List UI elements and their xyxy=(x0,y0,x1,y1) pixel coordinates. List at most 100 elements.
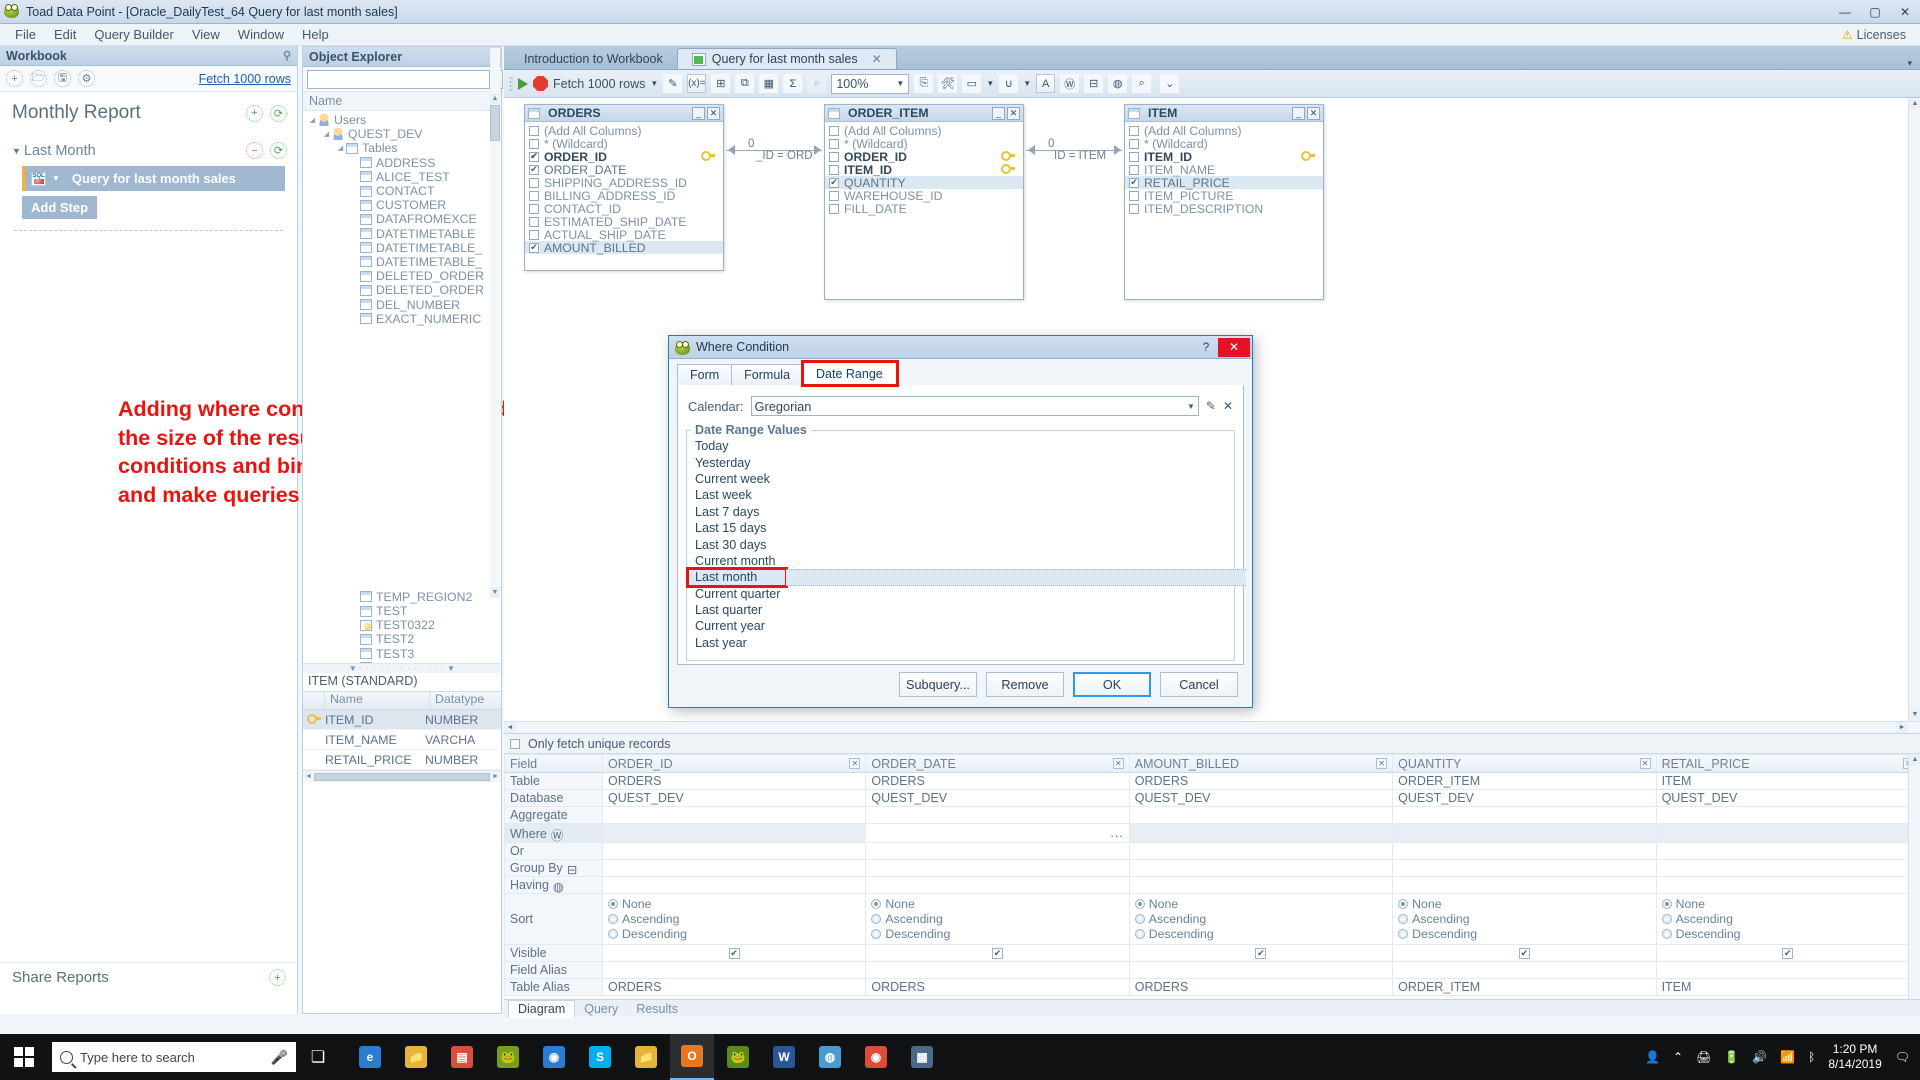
task-view-button[interactable]: ❏ xyxy=(296,1034,340,1080)
dialog-close-button[interactable]: ✕ xyxy=(1218,337,1250,357)
column-checkbox[interactable] xyxy=(529,177,539,188)
fetch-rows-link[interactable]: Fetch 1000 rows xyxy=(199,72,291,86)
diagram-table-order-item[interactable]: ORDER_ITEM _ ✕ (Add All Columns) * (Wildcard… xyxy=(824,104,1024,300)
sort-option[interactable]: Ascending xyxy=(1661,912,1914,926)
detail-row[interactable]: RETAIL_PRICE NUMBER xyxy=(303,750,501,770)
share-reports-section[interactable]: Share Reports + xyxy=(0,962,298,992)
tree-node[interactable]: TEST2 xyxy=(303,632,501,646)
grid-cell-or[interactable] xyxy=(1655,842,1920,860)
maximize-button[interactable]: ▢ xyxy=(1860,1,1890,23)
calendar-combobox[interactable]: Gregorian ▼ xyxy=(750,396,1199,416)
taskbar-globe-icon[interactable]: ◍ xyxy=(808,1034,852,1080)
caret-down-icon[interactable]: ▼ xyxy=(52,174,60,183)
edit-sql-icon[interactable]: ✎ xyxy=(663,74,683,93)
plus-icon[interactable]: + xyxy=(269,969,286,986)
tree-node[interactable]: EXACT_NUMERIC xyxy=(303,312,501,326)
scroll-down-arrow[interactable]: ▼ xyxy=(490,587,500,598)
help-icon[interactable]: ? xyxy=(1194,340,1218,354)
table-header[interactable]: ORDER_ITEM _ ✕ xyxy=(825,105,1023,122)
workbook-step-query[interactable]: SQL ▼ Query for last month sales xyxy=(22,166,285,191)
tree-scroll-thumb[interactable] xyxy=(490,105,500,141)
grid-cell-database[interactable]: QUEST_DEV xyxy=(865,789,1130,807)
table-column-row[interactable]: ✔ ORDER_ID xyxy=(525,150,723,164)
tree-node[interactable]: TEST0322 xyxy=(303,618,501,632)
grid-cell-database[interactable]: QUEST_DEV xyxy=(1392,789,1657,807)
grid-cell-field_alias[interactable] xyxy=(601,961,867,979)
radio-icon[interactable] xyxy=(871,929,882,939)
radio-icon[interactable] xyxy=(871,899,882,909)
grid-field-header[interactable]: AMOUNT_BILLED ✕ xyxy=(1128,754,1394,773)
save-icon[interactable]: 🖫 xyxy=(54,70,71,87)
sort-option[interactable]: None xyxy=(1398,897,1650,911)
caret-down-icon[interactable]: ▼ xyxy=(896,79,904,88)
refresh-report-icon[interactable]: ⟳ xyxy=(270,104,287,122)
zoom-combobox[interactable]: 100% ▼ xyxy=(831,73,910,94)
collapse-icon[interactable]: ◢ xyxy=(321,130,332,138)
detail-hscrollbar[interactable]: ◄ ► xyxy=(303,770,501,782)
pin-icon[interactable]: ⚲ xyxy=(283,49,291,62)
subquery-icon[interactable]: ⌕ xyxy=(1132,74,1152,93)
grid-cell-table[interactable]: ORDERS xyxy=(865,772,1130,790)
scroll-right-arrow[interactable]: ► xyxy=(492,773,499,780)
sum-icon[interactable]: Σ xyxy=(783,74,803,93)
date-range-list[interactable]: Today Yesterday Current week Last week Last … xyxy=(686,437,1246,651)
grid-cell-field_alias[interactable] xyxy=(865,961,1130,979)
hscroll-thumb[interactable] xyxy=(313,772,491,781)
grid-sort-cell[interactable]: None Ascending Descending xyxy=(1655,893,1920,945)
minimize-icon[interactable]: _ xyxy=(992,106,1005,120)
scroll-left-arrow[interactable]: ◄ xyxy=(305,773,312,780)
taskbar-explorer-icon[interactable]: 📁 xyxy=(394,1034,438,1080)
group-last-month[interactable]: ▼ Last Month xyxy=(12,143,96,159)
close-icon[interactable]: ✕ xyxy=(872,52,882,66)
grid-cell-group_by[interactable] xyxy=(1128,859,1394,877)
scroll-up-arrow[interactable]: ▲ xyxy=(1909,754,1920,766)
grid-cell-database[interactable]: QUEST_DEV xyxy=(1655,789,1920,807)
tree-node[interactable]: DATETIMETABLE_ xyxy=(303,255,501,269)
grid-visible-cell[interactable]: ✔ xyxy=(1655,944,1920,962)
grid-field-header[interactable]: QUANTITY ✕ xyxy=(1392,754,1657,773)
grid-field-header[interactable]: RETAIL_PRICE✕ xyxy=(1655,754,1920,773)
radio-icon[interactable] xyxy=(1661,899,1672,909)
tree-node[interactable]: DATETIMETABLE_ xyxy=(303,241,501,255)
column-checkbox[interactable] xyxy=(529,125,539,136)
caret-down-icon[interactable]: ▼ xyxy=(986,79,994,88)
taskbar-edge-icon[interactable]: e xyxy=(348,1034,392,1080)
date-range-option[interactable]: Last week xyxy=(688,487,1234,503)
dialog-tab-form[interactable]: Form xyxy=(677,364,733,385)
grid-cell-table_alias[interactable]: ORDER_ITEM xyxy=(1392,978,1657,996)
diagram-table-orders[interactable]: ORDERS _ ✕ (Add All Columns) * (Wildcard) ✔ OR… xyxy=(524,104,724,271)
grid-cell-where[interactable] xyxy=(1128,823,1394,843)
grid-cell-aggregate[interactable] xyxy=(601,806,867,824)
remove-button[interactable]: Remove xyxy=(986,672,1064,697)
close-button[interactable]: ✕ xyxy=(1890,1,1920,23)
panel-splitter[interactable]: ▼ · · · · · · · · · · · · · ▼ xyxy=(303,663,501,673)
table-column-row[interactable]: (Add All Columns) xyxy=(1125,124,1323,138)
add-step-button[interactable]: Add Step xyxy=(22,196,98,219)
menu-file[interactable]: File xyxy=(6,25,45,44)
table-column-row[interactable]: ITEM_PICTURE xyxy=(1125,189,1323,203)
table-column-row[interactable]: (Add All Columns) xyxy=(825,124,1023,138)
grid-cell-group_by[interactable] xyxy=(1392,859,1657,877)
grid-cell-table_alias[interactable]: ITEM xyxy=(1655,978,1920,996)
tree-node[interactable]: ALICE_TEST xyxy=(303,170,501,184)
column-checkbox[interactable]: ✔ xyxy=(529,151,539,162)
column-checkbox[interactable]: ✔ xyxy=(1129,177,1139,188)
grid-cell-table[interactable]: ITEM xyxy=(1655,772,1920,790)
grid-cell-table_alias[interactable]: ORDERS xyxy=(865,978,1130,996)
column-checkbox[interactable]: ✔ xyxy=(829,177,839,188)
table-column-row[interactable]: ITEM_DESCRIPTION xyxy=(1125,202,1323,216)
remove-column-icon[interactable]: ✕ xyxy=(1112,758,1124,769)
add-table-icon[interactable]: ⊞ xyxy=(711,74,731,93)
taskbar-search[interactable]: Type here to search 🎤 xyxy=(52,1042,296,1072)
column-checkbox[interactable] xyxy=(829,164,839,175)
date-range-option[interactable]: Today xyxy=(688,438,1234,454)
date-range-option[interactable]: Current month xyxy=(688,553,1234,569)
column-checkbox[interactable] xyxy=(529,190,539,201)
tree-node[interactable]: DELETED_ORDER xyxy=(303,283,501,297)
licenses-indicator[interactable]: ⚠ Licenses xyxy=(1842,28,1906,42)
table-column-row[interactable]: ✔ AMOUNT_BILLED xyxy=(525,241,723,255)
chevron-down-icon[interactable]: ▾ xyxy=(1907,58,1912,69)
having-icon[interactable]: ◍ xyxy=(553,879,566,894)
sort-option[interactable]: None xyxy=(871,897,1123,911)
caret-down-icon[interactable]: ▼ xyxy=(1023,79,1031,88)
